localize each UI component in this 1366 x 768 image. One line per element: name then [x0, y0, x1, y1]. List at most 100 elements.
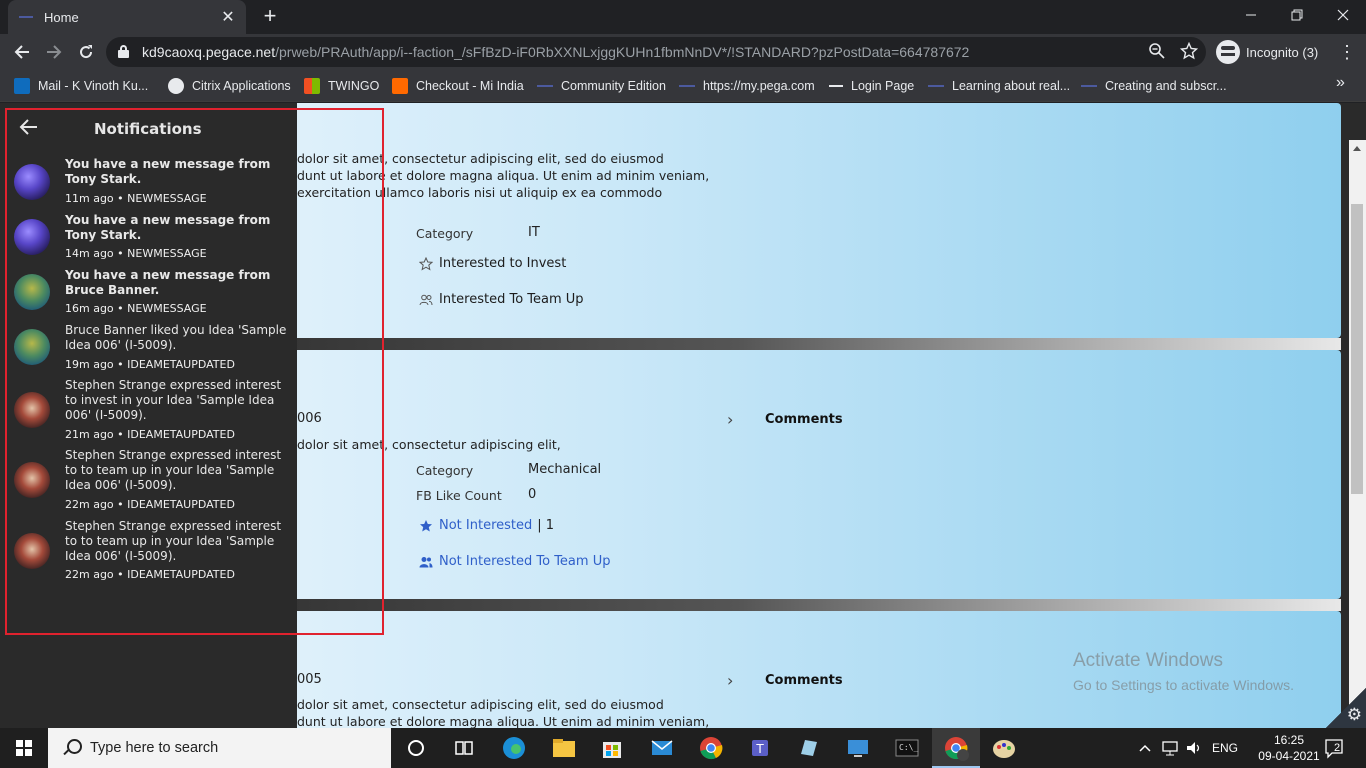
close-window-button[interactable]	[1320, 0, 1366, 30]
arrow-right-icon	[47, 45, 62, 59]
invest-count: | 1	[537, 518, 555, 533]
scrollbar-thumb[interactable]	[1351, 204, 1363, 494]
bookmark-label: Learning about real...	[952, 79, 1071, 93]
forward-button[interactable]	[40, 38, 68, 66]
browser-toolbar: kd9caoxq.pegace.net/prweb/PRAuth/app/i--…	[0, 34, 1366, 70]
notification-count: 2	[1334, 742, 1341, 754]
pega-icon	[679, 85, 695, 87]
mail-icon[interactable]	[648, 734, 676, 762]
close-icon	[1337, 9, 1349, 21]
remote-desktop-icon[interactable]	[844, 734, 872, 762]
idea-description: dolor sit amet, consectetur adipiscing e…	[297, 151, 664, 166]
chevron-right-icon[interactable]: ›	[727, 671, 733, 690]
url-host: kd9caoxq.pegace.net	[142, 44, 276, 60]
idea-title[interactable]: 006	[297, 411, 322, 426]
reload-icon	[80, 45, 93, 59]
users-filled-icon	[419, 556, 433, 567]
windows-logo-icon	[16, 740, 32, 756]
bookmark-learning[interactable]: Learning about real...	[928, 76, 1070, 96]
bookmark-citrix[interactable]: Citrix Applications	[168, 76, 291, 96]
tab-home[interactable]: Home ✕	[8, 0, 246, 34]
notifications-panel: Notifications You have a new message fro…	[0, 103, 297, 728]
bookmarks-overflow-button[interactable]: »	[1336, 74, 1345, 92]
avatar	[14, 533, 50, 569]
mi-icon	[392, 78, 408, 94]
scroll-up-arrow-icon[interactable]	[1353, 146, 1361, 151]
address-bar[interactable]: kd9caoxq.pegace.net/prweb/PRAuth/app/i--…	[106, 37, 1206, 67]
tab-close-icon[interactable]: ✕	[220, 7, 236, 27]
task-view-icon[interactable]	[450, 734, 478, 762]
restore-button[interactable]	[1274, 0, 1320, 30]
paint-icon[interactable]	[990, 734, 1018, 762]
taskbar-clock[interactable]: 16:25 09-04-2021	[1252, 732, 1326, 764]
back-button[interactable]	[8, 38, 36, 66]
bookmark-my-pega[interactable]: https://my.pega.com	[679, 76, 815, 96]
pega-icon	[537, 85, 553, 87]
idea-description: dunt ut labore et dolore magna aliqua. U…	[297, 714, 710, 728]
tab-title: Home	[44, 9, 79, 25]
volume-tray[interactable]	[1185, 728, 1203, 768]
windows-taskbar: Type here to search T C:\_ ENG 16:25 09-…	[0, 728, 1366, 768]
not-interested-team-up-button[interactable]: Not Interested To Team Up	[419, 554, 610, 569]
zoom-icon[interactable]	[1147, 42, 1167, 62]
idea-description: dunt ut labore et dolore magna aliqua. U…	[297, 168, 710, 183]
cortana-icon[interactable]	[402, 734, 430, 762]
bookmark-login-page[interactable]: Login Page	[829, 76, 914, 96]
bookmark-community-edition[interactable]: Community Edition	[537, 76, 666, 96]
action-center-button[interactable]: 2	[1322, 736, 1346, 760]
taskbar-search[interactable]: Type here to search	[48, 728, 391, 768]
edge-icon[interactable]	[500, 734, 528, 762]
language-indicator[interactable]: ENG	[1212, 728, 1238, 768]
outlook-icon	[14, 78, 30, 94]
browser-menu-icon[interactable]: ⋮	[1336, 38, 1358, 66]
network-tray[interactable]	[1161, 728, 1179, 768]
lock-icon[interactable]	[118, 45, 129, 58]
bookmarks-bar: Mail - K Vinoth Ku... Citrix Application…	[0, 70, 1366, 102]
notes-icon[interactable]	[795, 734, 823, 762]
clock-time: 16:25	[1273, 733, 1305, 747]
interested-to-invest-button[interactable]: Interested to Invest	[419, 256, 566, 271]
restore-icon	[1291, 9, 1303, 21]
page-scrollbar[interactable]	[1349, 140, 1366, 728]
notification-meta: 22m ago • IDEAMETAUPDATED	[65, 498, 235, 511]
avatar	[14, 329, 50, 365]
bookmark-creating[interactable]: Creating and subscr...	[1081, 76, 1227, 96]
minimize-icon	[1246, 14, 1256, 16]
bookmark-mail[interactable]: Mail - K Vinoth Ku...	[14, 76, 148, 96]
terminal-icon[interactable]: C:\_	[893, 734, 921, 762]
show-hidden-icons[interactable]	[1138, 728, 1152, 768]
incognito-profile-button[interactable]: Incognito (3)	[1216, 39, 1318, 65]
comments-heading: Comments	[765, 412, 843, 427]
svg-text:T: T	[755, 742, 764, 756]
minimize-button[interactable]	[1228, 0, 1274, 30]
store-icon[interactable]	[598, 734, 626, 762]
file-explorer-icon[interactable]	[550, 734, 578, 762]
bookmark-label: Mail - K Vinoth Ku...	[38, 79, 149, 93]
avatar	[14, 219, 50, 255]
gear-icon: ⚙	[1346, 705, 1362, 724]
back-arrow-icon[interactable]	[18, 116, 40, 138]
chrome-incognito-icon[interactable]	[942, 734, 970, 762]
incognito-icon	[1216, 40, 1240, 64]
reload-button[interactable]	[72, 38, 100, 66]
not-interested-invest-button[interactable]: Not Interested | 1	[419, 518, 554, 533]
new-tab-button[interactable]: +	[258, 5, 282, 29]
chrome-icon[interactable]	[697, 734, 725, 762]
interested-to-team-up-button[interactable]: Interested To Team Up	[419, 292, 584, 307]
bookmark-label: https://my.pega.com	[703, 79, 815, 93]
star-outline-icon	[419, 256, 433, 271]
avatar	[14, 462, 50, 498]
bookmark-mi-india[interactable]: Checkout - Mi India	[392, 76, 524, 96]
chevron-right-icon[interactable]: ›	[727, 410, 733, 429]
activate-windows-subtitle: Go to Settings to activate Windows.	[1073, 677, 1294, 693]
settings-corner[interactable]: ⚙	[1326, 688, 1366, 728]
bookmark-twingo[interactable]: TWINGO	[304, 76, 379, 96]
idea-title[interactable]: 005	[297, 672, 322, 687]
start-button[interactable]	[0, 728, 48, 768]
url-text[interactable]: kd9caoxq.pegace.net/prweb/PRAuth/app/i--…	[142, 44, 969, 60]
teams-icon[interactable]: T	[746, 734, 774, 762]
notification-meta: 19m ago • IDEAMETAUPDATED	[65, 358, 235, 371]
search-placeholder: Type here to search	[90, 740, 219, 756]
bookmark-star-icon[interactable]	[1179, 41, 1199, 62]
avatar	[14, 392, 50, 428]
